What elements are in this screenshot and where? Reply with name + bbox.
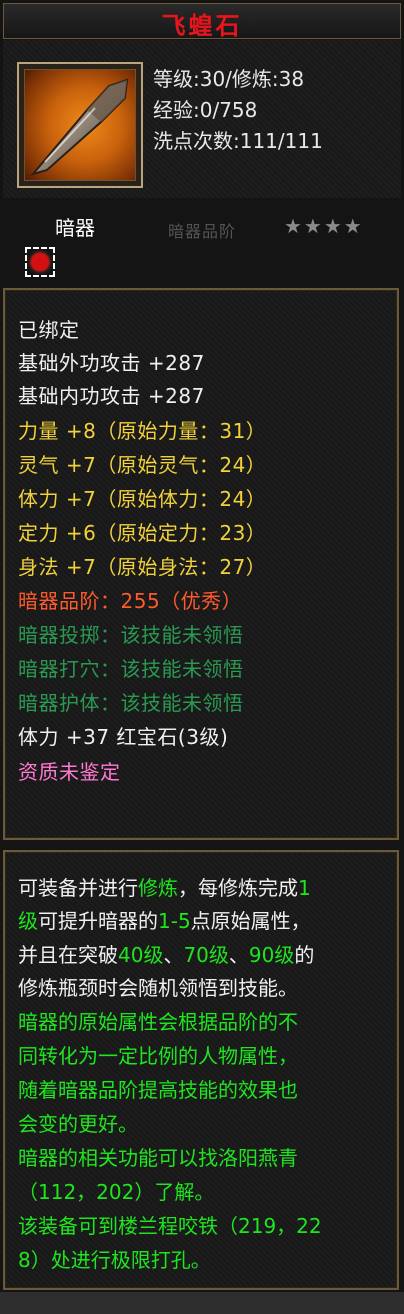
level-cultivation: 等级:30/修炼:38 <box>153 67 305 91</box>
attr-line: 力量 +8（原始力量：31） <box>18 419 267 443</box>
attr-line: 暗器护体：该技能未领悟 <box>18 691 244 715</box>
item-icon-frame <box>17 62 143 188</box>
attr-line: 暗器打穴：该技能未领悟 <box>18 657 244 681</box>
desc-line: 同转化为一定比例的人物属性， <box>18 1044 298 1068</box>
attr-line: 体力 +37 红宝石(3级) <box>18 725 229 749</box>
attr-line: 资质未鉴定 <box>18 760 121 784</box>
attr-line: 定力 +6（原始定力：23） <box>18 521 267 545</box>
attr-line: 暗器品阶：255（优秀） <box>18 589 243 613</box>
desc-line: 级可提升暗器的1-5点原始属性， <box>18 909 311 933</box>
attr-line: 体力 +7（原始体力：24） <box>18 487 267 511</box>
item-tooltip: 飞蝗石 等级:30/修炼:38 经验:0/758 洗点次数:111/111 暗器… <box>0 0 404 1314</box>
desc-line: 暗器的原始属性会根据品阶的不 <box>18 1010 298 1034</box>
title-bar: 飞蝗石 <box>3 3 401 40</box>
attr-line: 身法 +7（原始身法：27） <box>18 555 267 579</box>
item-header: 等级:30/修炼:38 经验:0/758 洗点次数:111/111 <box>3 40 401 198</box>
desc-line: 可装备并进行修炼，每修炼完成1 <box>18 876 311 900</box>
wash-count: 洗点次数:111/111 <box>153 129 323 153</box>
desc-line: 8）处进行极限打孔。 <box>18 1248 211 1272</box>
attr-line: 基础内功攻击 +287 <box>18 384 205 408</box>
item-icon-background <box>24 69 136 181</box>
desc-line: 随着暗器品阶提高技能的效果也 <box>18 1078 298 1102</box>
ruby-gem-icon <box>31 253 49 271</box>
bottom-strip <box>0 1292 404 1314</box>
item-name: 飞蝗石 <box>161 11 243 40</box>
star-rating: ★★★★ <box>284 214 364 238</box>
attr-line: 灵气 +7（原始灵气：24） <box>18 453 267 477</box>
desc-line: 修炼瓶颈时会随机领悟到技能。 <box>18 976 298 1000</box>
desc-line: 该装备可到楼兰程咬铁（219，22 <box>18 1214 322 1238</box>
gem-socket <box>25 247 55 277</box>
desc-line: 会变的更好。 <box>18 1112 138 1136</box>
desc-line: 暗器的相关功能可以找洛阳燕青 <box>18 1146 298 1170</box>
faded-grade-label: 暗器品阶 <box>168 222 237 241</box>
dart-stone-icon <box>30 78 129 176</box>
desc-line: （112，202）了解。 <box>18 1180 215 1204</box>
attr-line: 已绑定 <box>18 318 80 342</box>
attr-line: 基础外功攻击 +287 <box>18 351 205 375</box>
item-type: 暗器 <box>55 216 95 240</box>
desc-line: 并且在突破40级、70级、90级的 <box>18 943 315 967</box>
attr-line: 暗器投掷：该技能未领悟 <box>18 623 244 647</box>
experience: 经验:0/758 <box>153 98 258 122</box>
